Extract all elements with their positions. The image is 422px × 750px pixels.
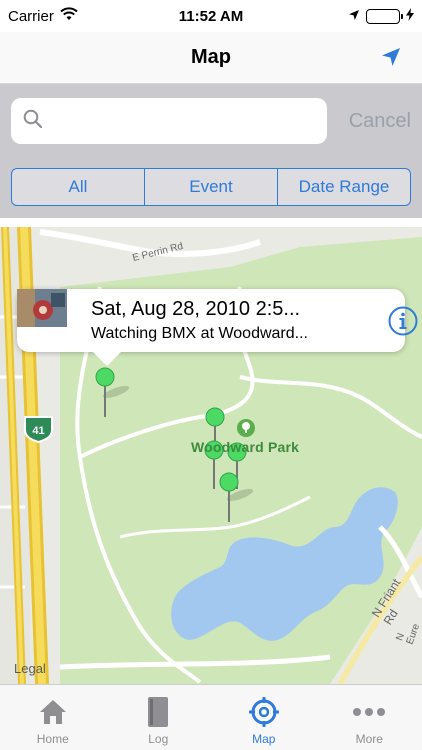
route-41-shield-icon: 41 bbox=[24, 416, 53, 444]
location-arrow-icon bbox=[382, 48, 400, 66]
tab-map[interactable]: Map bbox=[211, 685, 317, 750]
status-bar: Carrier 11:52 AM bbox=[0, 0, 422, 32]
search-icon bbox=[23, 109, 43, 134]
park-tree-icon bbox=[237, 419, 255, 437]
tab-home-label: Home bbox=[36, 732, 69, 746]
tab-more[interactable]: More bbox=[317, 685, 422, 750]
callout-text: Sat, Aug 28, 2010 2:5... Watching BMX at… bbox=[91, 298, 346, 343]
cancel-button[interactable]: Cancel bbox=[349, 110, 411, 133]
route-shield-label: 41 bbox=[32, 425, 44, 437]
map-view[interactable]: 41 E Perrin Rd N Friant Rd N Eure Woodwa… bbox=[0, 227, 422, 684]
pin-callout[interactable]: Sat, Aug 28, 2010 2:5... Watching BMX at… bbox=[17, 289, 418, 366]
callout-subtitle: Watching BMX at Woodward... bbox=[91, 325, 308, 342]
more-dots-icon bbox=[352, 694, 386, 730]
tab-log[interactable]: Log bbox=[106, 685, 212, 750]
park-label: Woodward Park bbox=[191, 439, 300, 455]
legal-link[interactable]: Legal bbox=[14, 661, 46, 676]
current-location-button[interactable] bbox=[380, 46, 402, 73]
search-panel: Cancel All Event Date Range bbox=[0, 84, 422, 218]
segment-event[interactable]: Event bbox=[145, 169, 278, 205]
filter-segmented-control: All Event Date Range bbox=[11, 168, 411, 206]
tab-map-label: Map bbox=[252, 732, 276, 746]
event-thumbnail[interactable] bbox=[17, 289, 80, 340]
search-field[interactable] bbox=[11, 98, 327, 144]
tab-bar: Home Log Map More bbox=[0, 684, 422, 750]
search-input[interactable] bbox=[51, 111, 311, 131]
battery-icon bbox=[366, 8, 403, 24]
info-icon bbox=[388, 306, 418, 336]
segment-all[interactable]: All bbox=[12, 169, 145, 205]
map-target-icon bbox=[248, 694, 280, 730]
book-icon bbox=[145, 694, 171, 730]
home-icon bbox=[38, 694, 68, 730]
tab-home[interactable]: Home bbox=[0, 685, 106, 750]
callout-title: Sat, Aug 28, 2010 2:5... bbox=[91, 298, 301, 320]
nav-bar: Map bbox=[0, 32, 422, 84]
status-time: 11:52 AM bbox=[178, 7, 244, 25]
tab-log-label: Log bbox=[148, 732, 169, 746]
tab-more-label: More bbox=[355, 732, 383, 746]
segment-date-range[interactable]: Date Range bbox=[278, 169, 410, 205]
page-title: Map bbox=[191, 46, 231, 68]
